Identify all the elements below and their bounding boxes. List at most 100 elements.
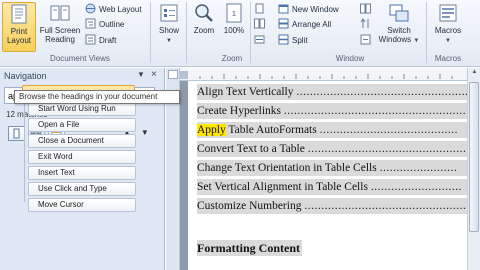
sync-scroll-icon — [360, 18, 369, 28]
switch-windows-label: Switch Windows — [378, 26, 412, 44]
toc-leader-dots: ........................... — [370, 181, 462, 193]
toc-entry[interactable]: Set Vertical Alignment in Table Cells ..… — [197, 179, 467, 195]
new-window-icon — [278, 4, 289, 14]
toc-entry[interactable]: Align Text Vertically ..................… — [197, 84, 467, 100]
full-screen-reading-icon — [50, 5, 70, 21]
two-pages-icon — [254, 18, 265, 29]
show-label: Show — [158, 26, 179, 35]
zoom-100-button[interactable]: 1 100% — [220, 2, 248, 52]
arrange-all-button[interactable]: Arrange All — [278, 18, 331, 32]
tab-selector[interactable] — [168, 70, 178, 79]
search-highlight: Apply — [197, 124, 226, 136]
list-item[interactable]: Exit Word — [28, 150, 136, 164]
view-side-by-side-button[interactable] — [360, 3, 374, 17]
split-button[interactable]: Split — [278, 34, 308, 48]
side-by-side-icon — [360, 3, 371, 14]
list-item[interactable]: Use Click and Type — [28, 182, 136, 196]
toc-leader-dots: ........................................… — [307, 143, 467, 155]
web-layout-label: Web Layout — [99, 5, 142, 14]
heading-list: Start Word Using Run Open a File Close a… — [28, 102, 136, 214]
close-icon[interactable]: × — [151, 69, 157, 80]
headings-icon — [13, 128, 20, 139]
window-group-label: Window — [335, 54, 365, 63]
ruler-ticks — [180, 71, 453, 79]
group-separator — [426, 2, 427, 63]
group-separator — [250, 2, 251, 63]
zoom-group-label: Zoom — [221, 54, 243, 63]
list-item[interactable]: Open a File — [28, 118, 136, 132]
navigation-options-chevron-icon[interactable]: ▼ — [137, 70, 145, 79]
new-window-label: New Window — [292, 5, 339, 14]
toc-entry[interactable]: Customize Numbering ....................… — [197, 198, 467, 214]
show-button[interactable]: Show ▼ — [154, 2, 184, 52]
macros-button[interactable]: Macros ▼ — [430, 2, 466, 52]
group-separator — [150, 2, 151, 63]
macros-chevron-icon: ▼ — [445, 38, 451, 44]
next-result-icon[interactable]: ▼ — [141, 128, 149, 137]
new-window-button[interactable]: New Window — [278, 3, 339, 17]
print-layout-button[interactable]: Print Layout — [2, 2, 36, 52]
list-item[interactable]: Close a Document — [28, 134, 136, 148]
print-layout-label: Print Layout — [6, 27, 32, 45]
toc-leader-dots: ........................................… — [296, 86, 467, 98]
list-item[interactable]: Start Word Using Run — [28, 102, 136, 116]
tooltip: Browse the headings in your document — [14, 90, 180, 104]
macros-group-label: Macros — [434, 54, 462, 63]
synchronous-scrolling-button[interactable] — [360, 18, 374, 32]
scrollbar-thumb[interactable] — [469, 82, 479, 232]
zoom-button[interactable]: Zoom — [190, 2, 218, 52]
switch-windows-chevron-icon: ▼ — [413, 38, 420, 44]
toc-entry-text: Table AutoFormats — [225, 124, 320, 136]
zoom-100-label: 100% — [223, 26, 245, 35]
toc-leader-dots: ........................................… — [319, 124, 458, 136]
draft-button[interactable]: Draft — [85, 34, 116, 48]
draft-label: Draft — [99, 36, 117, 45]
reset-window-position-button[interactable] — [360, 34, 374, 48]
list-item[interactable]: Insert Text — [28, 166, 136, 180]
show-chevron-icon: ▼ — [166, 38, 172, 44]
toc-entry-text: Convert Text to a Table — [197, 143, 308, 155]
one-page-button[interactable] — [254, 3, 268, 17]
web-layout-button[interactable]: Web Layout — [85, 3, 142, 17]
print-layout-icon — [11, 4, 27, 24]
full-screen-reading-button[interactable]: Full Screen Reading — [38, 2, 82, 52]
toc-entry[interactable]: Change Text Orientation in Table Cells .… — [197, 160, 467, 176]
toc-leader-dots: ........................................… — [304, 200, 467, 212]
outline-icon — [85, 18, 96, 29]
toc-entry-text: Change Text Orientation in Table Cells — [197, 162, 380, 174]
switch-windows-icon — [389, 4, 409, 22]
arrange-all-label: Arrange All — [292, 20, 332, 29]
scroll-up-icon[interactable]: ▲ — [469, 69, 480, 80]
reset-window-icon — [360, 34, 371, 45]
magnifier-icon — [195, 4, 213, 22]
page-width-button[interactable] — [254, 34, 268, 48]
toc-entry-text: Align Text Vertically — [197, 86, 297, 98]
tab-headings[interactable] — [8, 126, 25, 141]
horizontal-ruler — [180, 68, 467, 81]
navigation-title: Navigation — [4, 71, 47, 81]
macros-icon — [439, 4, 457, 22]
vertical-scrollbar[interactable]: ▲ — [467, 68, 480, 270]
toc-entry[interactable]: Create Hyperlinks ......................… — [197, 103, 467, 119]
svg-text:1: 1 — [232, 11, 236, 18]
switch-windows-button[interactable]: Switch Windows ▼ — [376, 2, 422, 52]
toc-entry[interactable]: Convert Text to a Table ................… — [197, 141, 467, 157]
document-views-group-label: Document Views — [50, 54, 110, 63]
toc-entry[interactable]: Apply Table AutoFormats ................… — [197, 122, 467, 138]
outline-label: Outline — [99, 20, 125, 29]
full-screen-reading-label: Full Screen Reading — [39, 26, 81, 44]
zoom-100-icon: 1 — [226, 3, 242, 23]
show-icon — [160, 4, 178, 22]
outline-button[interactable]: Outline — [85, 18, 124, 32]
toc-leader-dots: ....................... — [379, 162, 458, 174]
two-pages-button[interactable] — [254, 18, 268, 32]
toc-entry-text: Create Hyperlinks — [197, 105, 284, 117]
section-heading[interactable]: Formatting Content — [197, 240, 302, 256]
ribbon: Print Layout Full Screen Reading Web Lay… — [0, 0, 480, 67]
arrange-all-icon — [278, 18, 289, 29]
list-item[interactable]: Move Cursor — [28, 198, 136, 212]
toc-entry-text: Customize Numbering — [197, 200, 305, 212]
split-label: Split — [292, 36, 308, 45]
macros-label: Macros — [434, 26, 462, 35]
web-layout-icon — [85, 3, 96, 14]
